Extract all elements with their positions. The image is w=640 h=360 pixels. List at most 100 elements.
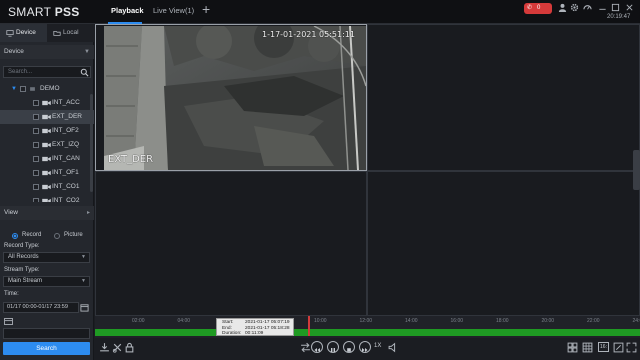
left-panel: Device Local Device ▼ Search... ▼ DEMO I… bbox=[0, 24, 94, 360]
timeline[interactable]: 02:0004:0006:0008:0010:0012:0014:0016:00… bbox=[95, 316, 640, 338]
tree-scrollbar[interactable] bbox=[90, 94, 93, 192]
video-window-1[interactable]: 1-17-01-2021 05:51:11 EXT_DER bbox=[95, 24, 367, 171]
checkbox[interactable] bbox=[33, 170, 39, 176]
aspect-ratio-button[interactable]: 16: bbox=[598, 342, 609, 352]
dashboard-icon[interactable] bbox=[583, 3, 592, 12]
playback-speed[interactable]: 1X bbox=[374, 343, 381, 349]
fast-forward-button[interactable] bbox=[359, 341, 371, 353]
brand-name-bold: PSS bbox=[54, 5, 80, 19]
record-strip[interactable] bbox=[95, 329, 640, 336]
tab-local[interactable]: Local bbox=[47, 24, 94, 42]
checkbox[interactable] bbox=[20, 86, 26, 92]
channel-item[interactable]: INT_ACC bbox=[0, 96, 94, 110]
tab-live-view[interactable]: Live View(1) bbox=[153, 6, 194, 15]
download-icon[interactable] bbox=[99, 342, 110, 353]
gear-icon[interactable] bbox=[570, 3, 579, 12]
time-range-value: 01/17 00:00-01/17 23:59 bbox=[7, 304, 68, 310]
camera-icon bbox=[42, 156, 51, 162]
stop-icon bbox=[347, 348, 351, 352]
video-channel-osd: EXT_DER bbox=[108, 154, 154, 165]
alarm-badge[interactable]: ✆ 0 bbox=[524, 3, 552, 14]
lock-icon[interactable] bbox=[124, 342, 135, 353]
timeline-playhead[interactable] bbox=[308, 316, 310, 336]
tree-group-demo[interactable]: ▼ DEMO bbox=[0, 82, 94, 96]
view-section-header[interactable]: View ▸ bbox=[0, 206, 94, 220]
channel-label: INT_OF1 bbox=[52, 169, 79, 176]
video-window-4[interactable] bbox=[367, 171, 640, 316]
grid-2x2-icon[interactable] bbox=[567, 342, 578, 353]
channel-label: INT_CO2 bbox=[52, 197, 80, 202]
camera-icon bbox=[42, 184, 51, 190]
app-brand: SMART PSS bbox=[8, 5, 80, 19]
checkbox[interactable] bbox=[33, 198, 39, 202]
video-window-3[interactable] bbox=[95, 171, 367, 316]
chevron-right-icon: ▸ bbox=[86, 210, 90, 216]
timeline-tick-label: 10:00 bbox=[314, 318, 327, 324]
panel-collapse-handle[interactable] bbox=[633, 150, 640, 190]
system-clock: 20:19:47 bbox=[607, 14, 631, 20]
rewind-icon bbox=[314, 348, 320, 352]
channel-label: INT_CO1 bbox=[52, 183, 80, 190]
stream-type-select[interactable]: Main Stream ▼ bbox=[3, 276, 90, 287]
tree-group-label: DEMO bbox=[40, 85, 60, 92]
tab-playback[interactable]: Playback bbox=[111, 6, 144, 15]
search-button[interactable]: Search bbox=[3, 342, 90, 355]
channel-item[interactable]: INT_OF2 bbox=[0, 124, 94, 138]
device-search-input[interactable]: Search... bbox=[3, 66, 91, 78]
timeline-tick-label: 12:00 bbox=[359, 318, 373, 324]
record-type-select[interactable]: All Records ▼ bbox=[3, 252, 90, 263]
checkbox[interactable] bbox=[33, 100, 39, 106]
pause-icon bbox=[331, 348, 335, 352]
chevron-down-icon: ▼ bbox=[84, 49, 90, 55]
checkbox[interactable] bbox=[33, 114, 39, 120]
fullscreen-icon[interactable] bbox=[626, 342, 637, 353]
bell-icon: ✆ bbox=[527, 5, 533, 11]
channel-item[interactable]: EXT_DER bbox=[0, 110, 94, 124]
checkbox[interactable] bbox=[33, 142, 39, 148]
checkbox[interactable] bbox=[33, 156, 39, 162]
extra-filter-input[interactable] bbox=[3, 328, 90, 339]
channel-item[interactable]: INT_CO2 bbox=[0, 194, 94, 202]
volume-icon[interactable] bbox=[388, 342, 399, 353]
timeline-tick-label: 18:00 bbox=[496, 318, 509, 324]
add-tab-button[interactable]: + bbox=[202, 2, 210, 16]
close-icon[interactable] bbox=[625, 3, 634, 12]
camera-icon bbox=[42, 170, 51, 176]
video-window-2[interactable] bbox=[367, 24, 640, 171]
camera-icon bbox=[42, 100, 51, 106]
checkbox[interactable] bbox=[33, 128, 39, 134]
device-section-header[interactable]: Device ▼ bbox=[0, 45, 94, 59]
top-bar: SMART PSS Playback Live View(1) + ✆ 0 20:… bbox=[0, 0, 640, 24]
time-range-input[interactable]: 01/17 00:00-01/17 23:59 bbox=[3, 302, 79, 313]
record-radio-label: Record bbox=[22, 232, 42, 238]
stop-button[interactable] bbox=[343, 341, 355, 353]
channel-item[interactable]: INT_CAN bbox=[0, 152, 94, 166]
clip-icon[interactable] bbox=[112, 342, 123, 353]
search-icon[interactable] bbox=[80, 68, 89, 77]
rewind-button[interactable] bbox=[311, 341, 323, 353]
checkbox[interactable] bbox=[33, 184, 39, 190]
pause-button[interactable] bbox=[327, 341, 339, 353]
smart-pss-window: SMART PSS Playback Live View(1) + ✆ 0 20:… bbox=[0, 0, 640, 360]
tab-device-label: Device bbox=[16, 29, 36, 36]
maximize-icon[interactable] bbox=[611, 3, 620, 12]
timeline-tick-label: 14:00 bbox=[405, 318, 418, 324]
camera-icon bbox=[42, 114, 51, 120]
caret-down-icon[interactable]: ▼ bbox=[11, 82, 17, 96]
chevron-down-icon: ▼ bbox=[81, 254, 86, 260]
user-icon[interactable] bbox=[558, 3, 567, 12]
tab-device[interactable]: Device bbox=[0, 24, 47, 42]
minimize-icon[interactable] bbox=[598, 3, 607, 12]
record-type-value: All Records bbox=[8, 254, 39, 260]
calendar-icon[interactable] bbox=[80, 303, 89, 312]
nvr-icon bbox=[30, 87, 35, 91]
sync-icon[interactable] bbox=[300, 342, 311, 353]
channel-item[interactable]: INT_CO1 bbox=[0, 180, 94, 194]
channel-item[interactable]: EXT_IZQ bbox=[0, 138, 94, 152]
edit-layout-icon[interactable] bbox=[613, 342, 624, 353]
grid-3x3-icon[interactable] bbox=[582, 342, 593, 353]
picture-radio[interactable] bbox=[54, 233, 60, 239]
channel-item[interactable]: INT_OF1 bbox=[0, 166, 94, 180]
record-radio[interactable] bbox=[12, 233, 18, 239]
card-icon bbox=[4, 318, 13, 325]
